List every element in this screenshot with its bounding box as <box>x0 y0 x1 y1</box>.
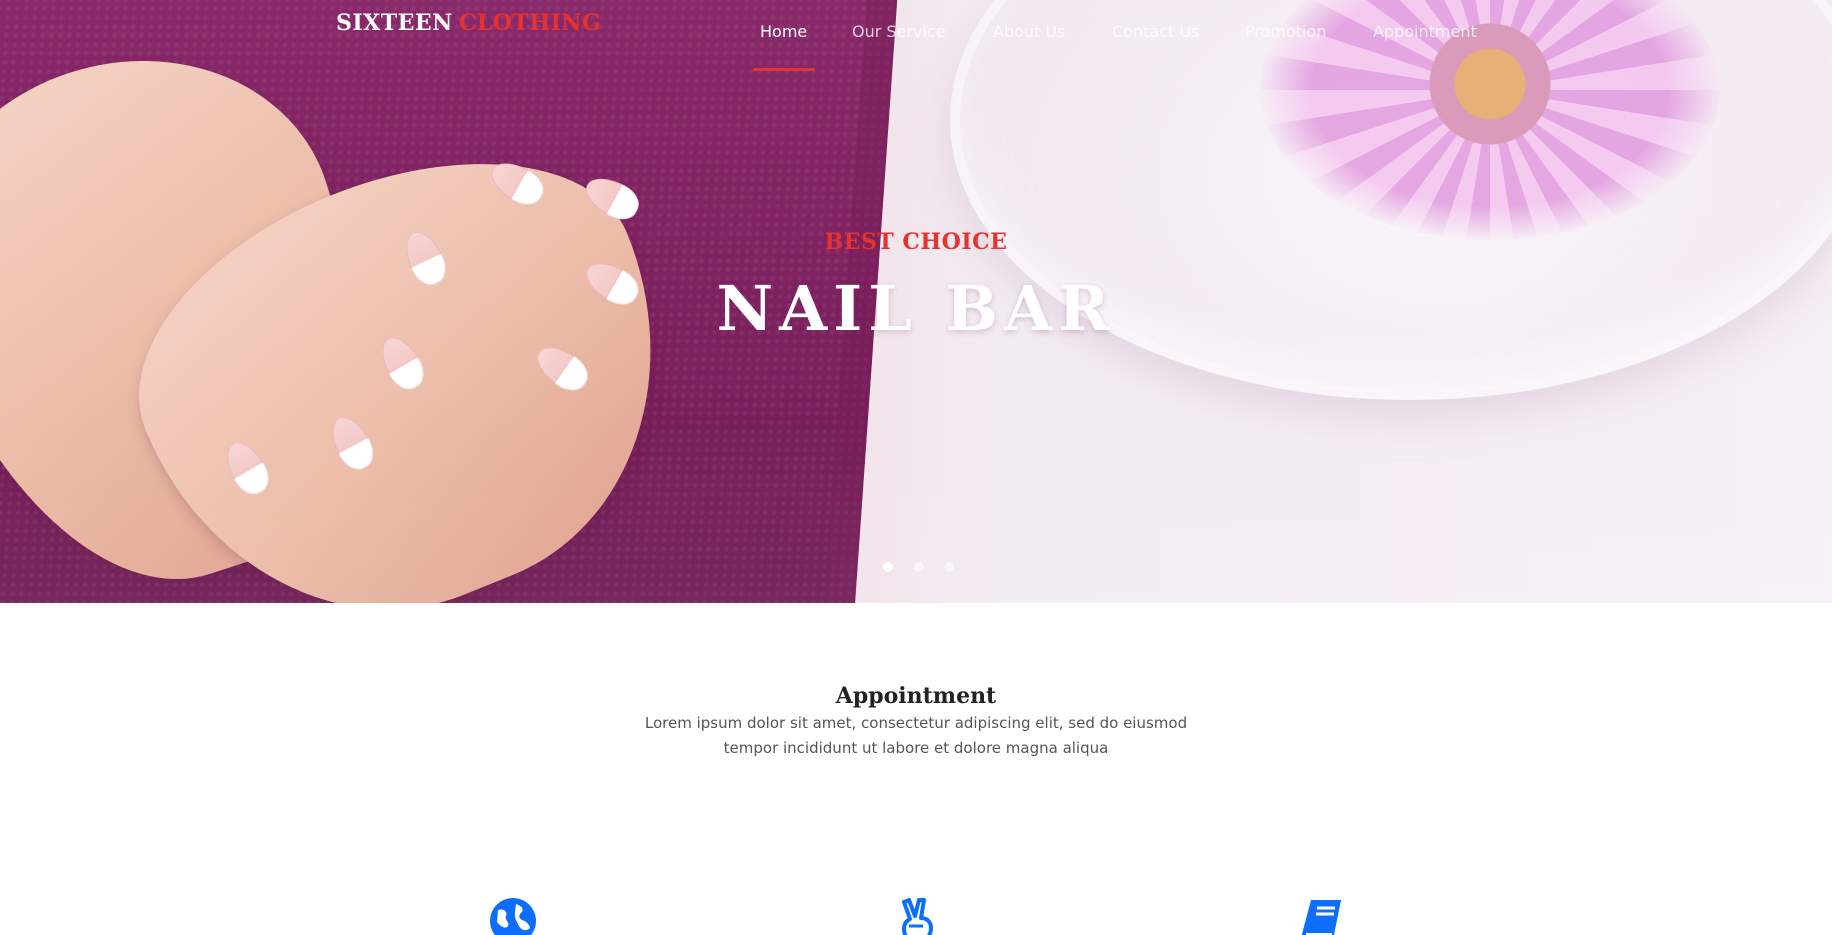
slider-dot-3[interactable] <box>944 562 954 572</box>
nav-item-our-service[interactable]: Our Service <box>852 22 946 41</box>
nav-item-contact-us[interactable]: Contact Us <box>1112 22 1199 41</box>
peace-hand-icon <box>893 896 943 935</box>
nav-active-indicator <box>753 68 815 71</box>
hero-slider: SIXTEEN CLOTHING Home Our Service About U… <box>0 0 1832 603</box>
logo-primary-text: SIXTEEN <box>336 10 453 36</box>
hero-kicker: BEST CHOICE <box>824 229 1008 255</box>
book-icon <box>1297 896 1347 935</box>
site-logo[interactable]: SIXTEEN CLOTHING <box>336 10 601 36</box>
nav-item-appointment[interactable]: Appointment <box>1373 22 1477 41</box>
appointment-section-title: Appointment <box>835 683 997 709</box>
slider-dot-2[interactable] <box>914 562 924 572</box>
slider-dot-1[interactable] <box>883 562 893 572</box>
hero-title: NAIL BAR <box>716 272 1116 345</box>
slider-pagination <box>883 562 963 572</box>
logo-accent-text: CLOTHING <box>458 10 602 36</box>
globe-icon <box>488 896 538 935</box>
appointment-section-description: Lorem ipsum dolor sit amet, consectetur … <box>644 714 1188 757</box>
nav-item-promotion[interactable]: Promotion <box>1245 22 1326 41</box>
nav-item-about-us[interactable]: About Us <box>993 22 1065 41</box>
nav-item-home[interactable]: Home <box>760 22 807 41</box>
